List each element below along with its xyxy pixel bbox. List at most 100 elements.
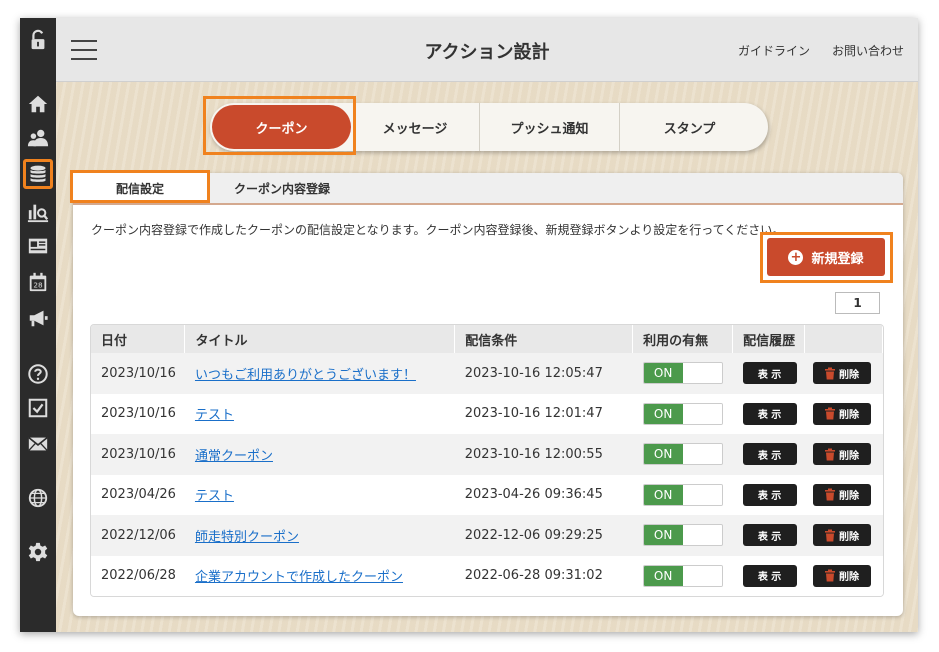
delete-label: 削除 [839,450,860,462]
analytics-icon[interactable] [24,198,52,226]
toggle-on-label: ON [643,525,683,546]
megaphone-icon[interactable] [24,304,52,332]
delete-button[interactable]: 削除 [812,443,871,466]
col-usage: 利用の有無 [632,325,734,353]
row-condition: 2023-04-26 09:36:45 [454,474,633,515]
delete-button[interactable]: 削除 [812,564,871,587]
toggle-off-area [682,565,722,586]
content-panel: 配信設定 クーポン内容登録 クーポン内容登録で作成したクーポンの配信設定となりま… [70,170,903,616]
tab-stamp[interactable]: スタンプ [619,103,759,151]
toggle-on-label: ON [643,444,683,465]
toggle-off-area [682,444,722,465]
panel-tabs: 配信設定 クーポン内容登録 [70,170,903,205]
toggle-off-area [682,484,722,505]
tab-coupon-registration[interactable]: クーポン内容登録 [207,173,357,203]
news-icon[interactable] [24,232,52,260]
delete-button[interactable]: 削除 [812,362,871,385]
usage-toggle[interactable]: ON [642,362,723,385]
row-date: 2022/06/28 [91,555,185,596]
show-history-button[interactable]: 表 示 [742,443,797,466]
tab-message[interactable]: メッセージ [351,103,479,151]
row-condition: 2022-06-28 09:31:02 [454,555,633,596]
row-title-link[interactable]: 通常クーポン [195,449,273,464]
new-registration-button[interactable]: + 新規登録 [767,238,885,276]
row-title-link[interactable]: 企業アカウントで作成したクーポン [195,570,403,585]
toggle-on-label: ON [643,565,683,586]
tab-coupon[interactable]: クーポン [212,105,351,149]
toggle-on-label: ON [643,484,683,505]
row-condition: 2022-12-06 09:29:25 [454,515,633,556]
trash-icon [825,367,836,380]
show-history-button[interactable]: 表 示 [742,362,797,385]
delete-label: 削除 [839,572,860,584]
row-title-link[interactable]: テスト [195,489,234,504]
toggle-on-label: ON [643,403,683,424]
col-date: 日付 [91,325,186,353]
toggle-off-area [682,363,722,384]
col-title: タイトル [184,325,456,353]
row-date: 2022/12/06 [91,515,185,556]
toggle-off-area [682,403,722,424]
tab-delivery-settings[interactable]: 配信設定 [73,173,207,203]
unlock-icon[interactable] [24,26,52,54]
trash-icon [825,529,836,542]
sidebar: 28 [20,18,56,632]
usage-toggle[interactable]: ON [642,402,723,425]
action-type-tabs: クーポン メッセージ プッシュ通知 スタンプ [210,103,768,151]
guideline-link[interactable]: ガイドライン [738,42,810,59]
coupon-table: 日付 タイトル 配信条件 利用の有無 配信履歴 2023/10/16 いつもご利… [90,324,884,597]
table-row: 2023/10/16 いつもご利用ありがとうございます！ 2023-10-16 … [91,353,883,394]
description-text: クーポン内容登録で作成したクーポンの配信設定となります。クーポン内容登録後、新規… [91,223,785,237]
table-header-row: 日付 タイトル 配信条件 利用の有無 配信履歴 [91,325,883,353]
gear-icon[interactable] [24,538,52,566]
show-history-button[interactable]: 表 示 [742,402,797,425]
delete-label: 削除 [839,369,860,381]
delete-button[interactable]: 削除 [812,483,871,506]
database-icon[interactable] [23,159,53,189]
row-condition: 2023-10-16 12:05:47 [454,353,633,394]
toggle-off-area [682,525,722,546]
row-date: 2023/10/16 [91,353,185,394]
delete-label: 削除 [839,491,860,503]
calendar-icon[interactable]: 28 [24,268,52,296]
delete-label: 削除 [839,410,860,422]
usage-toggle[interactable]: ON [642,443,723,466]
page-number[interactable]: 1 [835,292,880,314]
table-row: 2023/04/26 テスト 2023-04-26 09:36:45 ON 表 … [91,474,883,515]
users-icon[interactable] [24,124,52,152]
trash-icon [825,448,836,461]
usage-toggle[interactable]: ON [642,564,723,587]
hamburger-menu-icon[interactable] [71,40,97,60]
show-history-button[interactable]: 表 示 [742,524,797,547]
help-icon[interactable] [24,360,52,388]
usage-toggle[interactable]: ON [642,483,723,506]
plus-circle-icon: + [788,249,804,265]
delete-label: 削除 [839,531,860,543]
row-condition: 2023-10-16 12:01:47 [454,393,633,434]
row-date: 2023/04/26 [91,474,185,515]
trash-icon [825,407,836,420]
delete-button[interactable]: 削除 [812,524,871,547]
table-row: 2023/10/16 テスト 2023-10-16 12:01:47 ON 表 … [91,393,883,434]
calendar-day: 28 [33,281,43,290]
show-history-button[interactable]: 表 示 [742,483,797,506]
contact-link[interactable]: お問い合わせ [832,42,904,59]
row-date: 2023/10/16 [91,393,185,434]
mail-icon[interactable] [24,430,52,458]
row-title-link[interactable]: 師走特別クーポン [195,530,299,545]
row-title-link[interactable]: テスト [195,408,234,423]
app-window: 28 アクション設計 ガイドライン お問い合わせ クーポン メッセージ プッシュ… [20,18,918,632]
row-condition: 2023-10-16 12:00:55 [454,434,633,475]
top-header: アクション設計 ガイドライン お問い合わせ [56,18,918,82]
row-title-link[interactable]: いつもご利用ありがとうございます！ [195,368,416,383]
tab-push-notification[interactable]: プッシュ通知 [479,103,619,151]
delete-button[interactable]: 削除 [812,402,871,425]
usage-toggle[interactable]: ON [642,524,723,547]
new-registration-label: 新規登録 [811,251,864,267]
trash-icon [825,569,836,582]
globe-icon[interactable] [24,484,52,512]
checkbox-icon[interactable] [24,394,52,422]
col-actions [804,325,883,353]
show-history-button[interactable]: 表 示 [742,564,797,587]
home-icon[interactable] [24,90,52,118]
